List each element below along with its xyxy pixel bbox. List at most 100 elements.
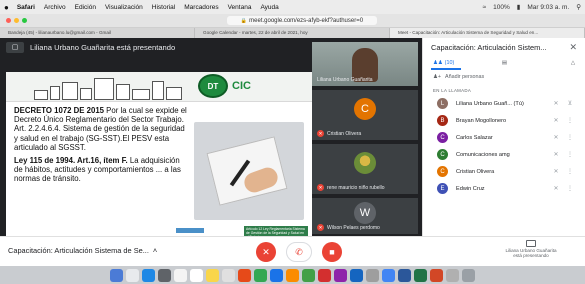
participant-row[interactable]: C Carlos Salazar ✕ ⋮ bbox=[423, 129, 585, 146]
menu-historial[interactable]: Historial bbox=[152, 4, 175, 11]
apple-icon[interactable]: ● bbox=[4, 3, 9, 12]
tab-activities[interactable]: △ bbox=[571, 60, 575, 66]
pin-icon[interactable]: ⊻ bbox=[563, 100, 577, 107]
safari-icon[interactable] bbox=[142, 268, 155, 282]
excel-icon[interactable] bbox=[414, 268, 427, 282]
photos-icon[interactable] bbox=[238, 268, 251, 282]
settings-icon[interactable] bbox=[366, 268, 379, 282]
slide-link-chip bbox=[176, 228, 204, 233]
pages-icon[interactable] bbox=[286, 268, 299, 282]
address-bar[interactable]: 🔒 meet.google.com/ezs-afyb-ekf?authuser=… bbox=[227, 16, 377, 25]
tab-chat[interactable]: ▤ bbox=[502, 60, 571, 66]
notes-icon[interactable] bbox=[206, 268, 219, 282]
messages-icon[interactable] bbox=[270, 268, 283, 282]
close-icon[interactable]: ✕ bbox=[569, 42, 577, 53]
presentation-status[interactable]: Liliana Urbano Guañarita está presentand… bbox=[486, 240, 576, 259]
decree-title: DECRETO 1072 DE 2015 bbox=[14, 106, 104, 115]
wifi-icon[interactable]: ≈ bbox=[483, 4, 487, 11]
downloads-icon[interactable] bbox=[446, 268, 459, 282]
mic-off-icon: ✕ bbox=[553, 135, 559, 141]
meeting-details-button[interactable]: Capacitación: Articulación Sistema de Se… bbox=[8, 246, 157, 255]
presenting-label: Liliana Urbano Guañarita está presentand… bbox=[30, 42, 176, 52]
music-icon[interactable] bbox=[318, 268, 331, 282]
panel-title: Capacitación: Articulación Sistem... bbox=[431, 42, 547, 52]
dock bbox=[0, 266, 585, 284]
tab-people[interactable]: ♟♟ (10) bbox=[433, 60, 502, 66]
tile-name: Wilson Pelaes perdomo bbox=[327, 224, 380, 231]
minimize-window-button[interactable] bbox=[14, 18, 19, 23]
menu-ventana[interactable]: Ventana bbox=[228, 4, 252, 11]
numbers-icon[interactable] bbox=[302, 268, 315, 282]
avatar: C bbox=[354, 98, 376, 120]
participant-row[interactable]: B Brayan Mogollonero ✕ ⋮ bbox=[423, 112, 585, 129]
close-window-button[interactable] bbox=[6, 18, 11, 23]
add-people-button[interactable]: ♟+ Añadir personas bbox=[423, 70, 585, 83]
word-icon[interactable] bbox=[398, 268, 411, 282]
participant-row[interactable]: C Cristian Olivera ✕ ⋮ bbox=[423, 163, 585, 180]
presenter-name: Liliana Urbano Guañarita bbox=[505, 248, 557, 253]
shared-slide: DT CIC DECRETO 1072 DE 2015 Por la cual … bbox=[6, 72, 312, 248]
tab-gmail[interactable]: Bandeja (45) - lilianaurbano.lu@gmail.co… bbox=[0, 28, 195, 38]
chrome-icon[interactable] bbox=[382, 268, 395, 282]
menu-marcadores[interactable]: Marcadores bbox=[184, 4, 218, 11]
more-options-icon[interactable]: ⋮ bbox=[563, 185, 577, 192]
participant-row[interactable]: L Liliana Urbano Guañ... (Tú) ✕ ⊻ bbox=[423, 95, 585, 112]
mic-off-icon: ✕ bbox=[553, 118, 559, 124]
menu-archivo[interactable]: Archivo bbox=[44, 4, 66, 11]
mic-off-icon: ✕ bbox=[553, 101, 559, 107]
reminders-icon[interactable] bbox=[222, 268, 235, 282]
app-store-icon[interactable] bbox=[350, 268, 363, 282]
participant-tile[interactable]: W ✕ Wilson Pelaes perdomo bbox=[312, 198, 418, 234]
avatar: W bbox=[354, 202, 376, 224]
trash-icon[interactable] bbox=[462, 268, 475, 282]
menu-ayuda[interactable]: Ayuda bbox=[260, 4, 278, 11]
more-options-icon[interactable]: ⋮ bbox=[563, 168, 577, 175]
participant-name: Cristian Olivera bbox=[456, 168, 495, 175]
meeting-controls-bar: Capacitación: Articulación Sistema de Se… bbox=[0, 236, 585, 266]
tab-calendar[interactable]: Google Calendar - martes, 22 de abril de… bbox=[195, 28, 390, 38]
participant-tile[interactable]: Liliana Urbano Guañarita bbox=[312, 42, 418, 86]
menu-edicion[interactable]: Edición bbox=[75, 4, 96, 11]
more-options-icon[interactable]: ⋮ bbox=[563, 134, 577, 141]
city-illustration bbox=[34, 78, 194, 100]
participant-row[interactable]: E Edwin Cruz ✕ ⋮ bbox=[423, 180, 585, 197]
menu-safari[interactable]: Safari bbox=[17, 4, 35, 11]
participant-row[interactable]: C Comunicaciones amg ✕ ⋮ bbox=[423, 146, 585, 163]
microphone-toggle-button[interactable]: ✕ bbox=[256, 242, 276, 262]
signing-photo bbox=[194, 122, 304, 220]
participant-name: Edwin Cruz bbox=[456, 185, 485, 192]
participant-tile[interactable]: C ✕ Cristian Olivera bbox=[312, 90, 418, 140]
add-people-label: Añadir personas bbox=[444, 73, 485, 80]
zoom-window-button[interactable] bbox=[22, 18, 27, 23]
mail-icon[interactable] bbox=[158, 268, 171, 282]
section-in-call: EN LA LLAMADA bbox=[433, 88, 472, 93]
menu-visualizacion[interactable]: Visualización bbox=[105, 4, 143, 11]
battery-icon[interactable]: ▮ bbox=[517, 3, 521, 11]
camera-toggle-button[interactable]: ■ bbox=[322, 242, 342, 262]
avatar: E bbox=[437, 183, 448, 194]
avatar: C bbox=[437, 132, 448, 143]
powerpoint-icon[interactable] bbox=[430, 268, 443, 282]
participant-tile[interactable]: ✕ rene mauricio niño rubello bbox=[312, 144, 418, 194]
calendar-icon[interactable] bbox=[190, 268, 203, 282]
battery-percent: 100% bbox=[493, 3, 510, 11]
mic-off-icon: ✕ bbox=[553, 169, 559, 175]
finder-icon[interactable] bbox=[110, 268, 123, 282]
facetime-icon[interactable] bbox=[254, 268, 267, 282]
contacts-icon[interactable] bbox=[174, 268, 187, 282]
tab-meet[interactable]: Meet - Capacitación: Articulación Sistem… bbox=[390, 28, 585, 38]
tile-name: rene mauricio niño rubello bbox=[327, 184, 385, 191]
mic-off-icon: ✕ bbox=[553, 186, 559, 192]
more-options-icon[interactable]: ⋮ bbox=[563, 151, 577, 158]
avatar: B bbox=[437, 115, 448, 126]
leave-call-button[interactable]: ✆ bbox=[286, 242, 312, 262]
launchpad-icon[interactable] bbox=[126, 268, 139, 282]
menu-clock[interactable]: Mar 9:03 a. m. bbox=[527, 4, 569, 11]
more-options-icon[interactable]: ⋮ bbox=[563, 117, 577, 124]
law-title: Ley 115 de 1994. Art.16, ítem F. bbox=[14, 156, 128, 166]
podcasts-icon[interactable] bbox=[334, 268, 347, 282]
search-icon[interactable]: ⚲ bbox=[576, 3, 581, 11]
slide-body: DECRETO 1072 DE 2015 Por la cual se expi… bbox=[14, 106, 190, 188]
mic-off-icon: ✕ bbox=[262, 246, 270, 257]
brand-logo-text: CIC bbox=[232, 80, 251, 92]
